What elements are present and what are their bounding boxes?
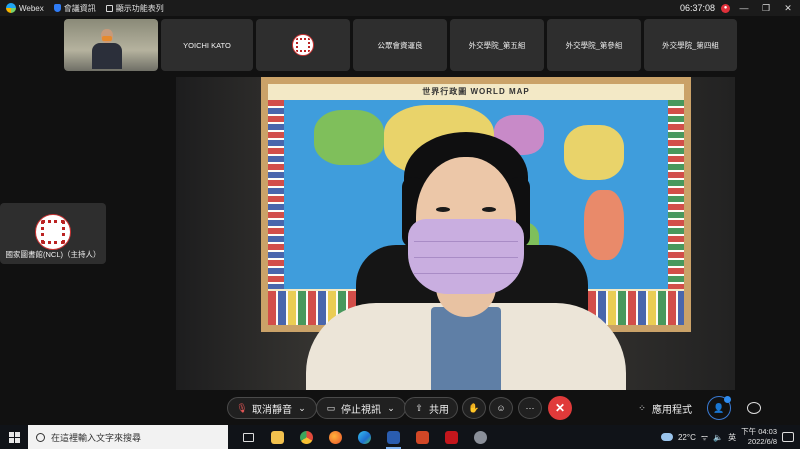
map-title: 世界行政圖 WORLD MAP <box>422 87 530 96</box>
network-app-icon[interactable] <box>466 425 495 449</box>
camera-icon: ▭ <box>326 402 336 413</box>
apps-label: 應用程式 <box>652 404 692 416</box>
minimize-button[interactable]: — <box>736 3 752 13</box>
mic-muted-icon: 🎙 <box>236 402 248 413</box>
participant-name: 公眾會資運良 <box>377 40 423 50</box>
apps-button[interactable]: ⁘ 應用程式 <box>636 401 692 416</box>
participant-tile-4[interactable]: 公眾會資運良 <box>353 19 447 71</box>
edge-icon[interactable] <box>350 425 379 449</box>
participant-name: 外交學院_第參組 <box>565 40 623 50</box>
meeting-clock: 06:37:08 <box>679 3 715 13</box>
participant-tile-seal[interactable] <box>256 19 350 71</box>
person-icon: 👤 <box>713 402 725 413</box>
apps-grid-icon: ⁘ <box>638 402 646 413</box>
host-name: 國家圖書館(NCL)（主持人） <box>5 250 101 259</box>
windows-logo-icon <box>8 431 20 443</box>
webex-logo-icon <box>6 3 16 13</box>
participant-tile-yoichi-kato[interactable]: YOICHI KATO <box>161 19 253 71</box>
seal-logo-icon <box>292 34 314 56</box>
leave-meeting-button[interactable]: ✕ <box>548 396 572 420</box>
smiley-icon: ☺ <box>496 403 506 413</box>
participants-button[interactable]: 👤 <box>707 396 731 420</box>
stop-video-button[interactable]: ▭ 停止視訊 ⌄ <box>316 397 406 419</box>
chat-button[interactable] <box>742 397 766 419</box>
webex-window: Webex 會議資訊 顯示功能表列 06:37:08 ● — ❐ ✕ YOICH… <box>0 0 800 449</box>
participant-name: YOICHI KATO <box>183 40 231 50</box>
chat-icon <box>747 402 761 414</box>
participant-name: 外交學院_第五組 <box>468 40 526 50</box>
search-icon <box>36 432 45 442</box>
network-icon[interactable]: ᯤ <box>701 432 708 443</box>
task-view-icon[interactable] <box>234 425 263 449</box>
raise-hand-button[interactable]: ✋ <box>462 397 486 419</box>
host-tile[interactable]: 國家圖書館(NCL)（主持人） <box>0 203 106 264</box>
active-speaker-video[interactable]: 世界行政圖 WORLD MAP <box>176 77 735 390</box>
meeting-info-button[interactable]: 會議資訊 <box>53 3 96 14</box>
app-name: Webex <box>19 3 44 13</box>
file-explorer-icon[interactable] <box>263 425 292 449</box>
chrome-icon[interactable] <box>292 425 321 449</box>
taskbar-search[interactable]: 在這裡輸入文字來搜尋 <box>28 425 228 449</box>
chevron-down-icon[interactable]: ⌄ <box>296 402 308 414</box>
ime-indicator[interactable]: 英 <box>728 432 736 443</box>
participant-video-image <box>90 29 124 69</box>
participant-tile-5[interactable]: 外交學院_第五組 <box>450 19 544 71</box>
more-icon: ··· <box>525 403 535 413</box>
volume-icon[interactable]: 🔈 <box>713 433 723 442</box>
taskbar-date: 2022/6/8 <box>747 437 777 446</box>
hand-icon: ✋ <box>468 402 480 413</box>
reactions-button[interactable]: ☺ <box>489 397 513 419</box>
speaker-person <box>306 127 626 390</box>
close-window-button[interactable]: ✕ <box>780 3 796 14</box>
participant-tile-7[interactable]: 外交學院_第四組 <box>644 19 737 71</box>
show-menu-label: 顯示功能表列 <box>115 3 164 13</box>
chevron-down-icon[interactable]: ⌄ <box>385 402 397 414</box>
title-bar: Webex 會議資訊 顯示功能表列 06:37:08 ● — ❐ ✕ <box>0 0 800 16</box>
unmute-label: 取消靜音 <box>252 404 292 416</box>
meeting-info-label: 會議資訊 <box>63 3 96 13</box>
host-seal-icon <box>35 214 71 250</box>
stop-video-label: 停止視訊 <box>341 404 381 416</box>
start-button[interactable] <box>0 425 28 449</box>
search-placeholder: 在這裡輸入文字來搜尋 <box>51 432 142 443</box>
share-button[interactable]: ⇧ 共用 <box>404 397 458 419</box>
temperature[interactable]: 22°C <box>678 433 696 442</box>
notification-dot <box>724 396 731 403</box>
taskbar-time: 下午 04:03 <box>741 427 777 436</box>
app-menu[interactable]: Webex <box>6 3 44 13</box>
shield-icon <box>53 4 61 12</box>
recording-icon[interactable]: ● <box>721 3 730 13</box>
participant-tile-video[interactable] <box>64 19 158 71</box>
more-options-button[interactable]: ··· <box>518 397 542 419</box>
face-mask <box>408 219 524 294</box>
restore-button[interactable]: ❐ <box>758 3 774 14</box>
powerpoint-icon[interactable] <box>408 425 437 449</box>
menu-bar-icon <box>105 4 113 12</box>
notification-center-icon[interactable] <box>782 432 794 442</box>
unmute-button[interactable]: 🎙 取消靜音 ⌄ <box>227 397 317 419</box>
firefox-icon[interactable] <box>321 425 350 449</box>
taskbar-clock[interactable]: 下午 04:03 2022/6/8 <box>741 427 777 447</box>
participant-name: 外交學院_第四組 <box>662 40 719 50</box>
weather-icon[interactable] <box>660 433 673 441</box>
windows-taskbar: 在這裡輸入文字來搜尋 22°C ᯤ 🔈 英 下午 04:03 2022/6/8 <box>0 425 800 449</box>
share-label: 共用 <box>429 404 449 416</box>
acrobat-icon[interactable] <box>437 425 466 449</box>
webex-taskbar-icon[interactable] <box>379 425 408 449</box>
participant-tile-6[interactable]: 外交學院_第參組 <box>547 19 641 71</box>
show-menu-bar-button[interactable]: 顯示功能表列 <box>105 3 164 14</box>
share-icon: ⇧ <box>415 402 423 413</box>
